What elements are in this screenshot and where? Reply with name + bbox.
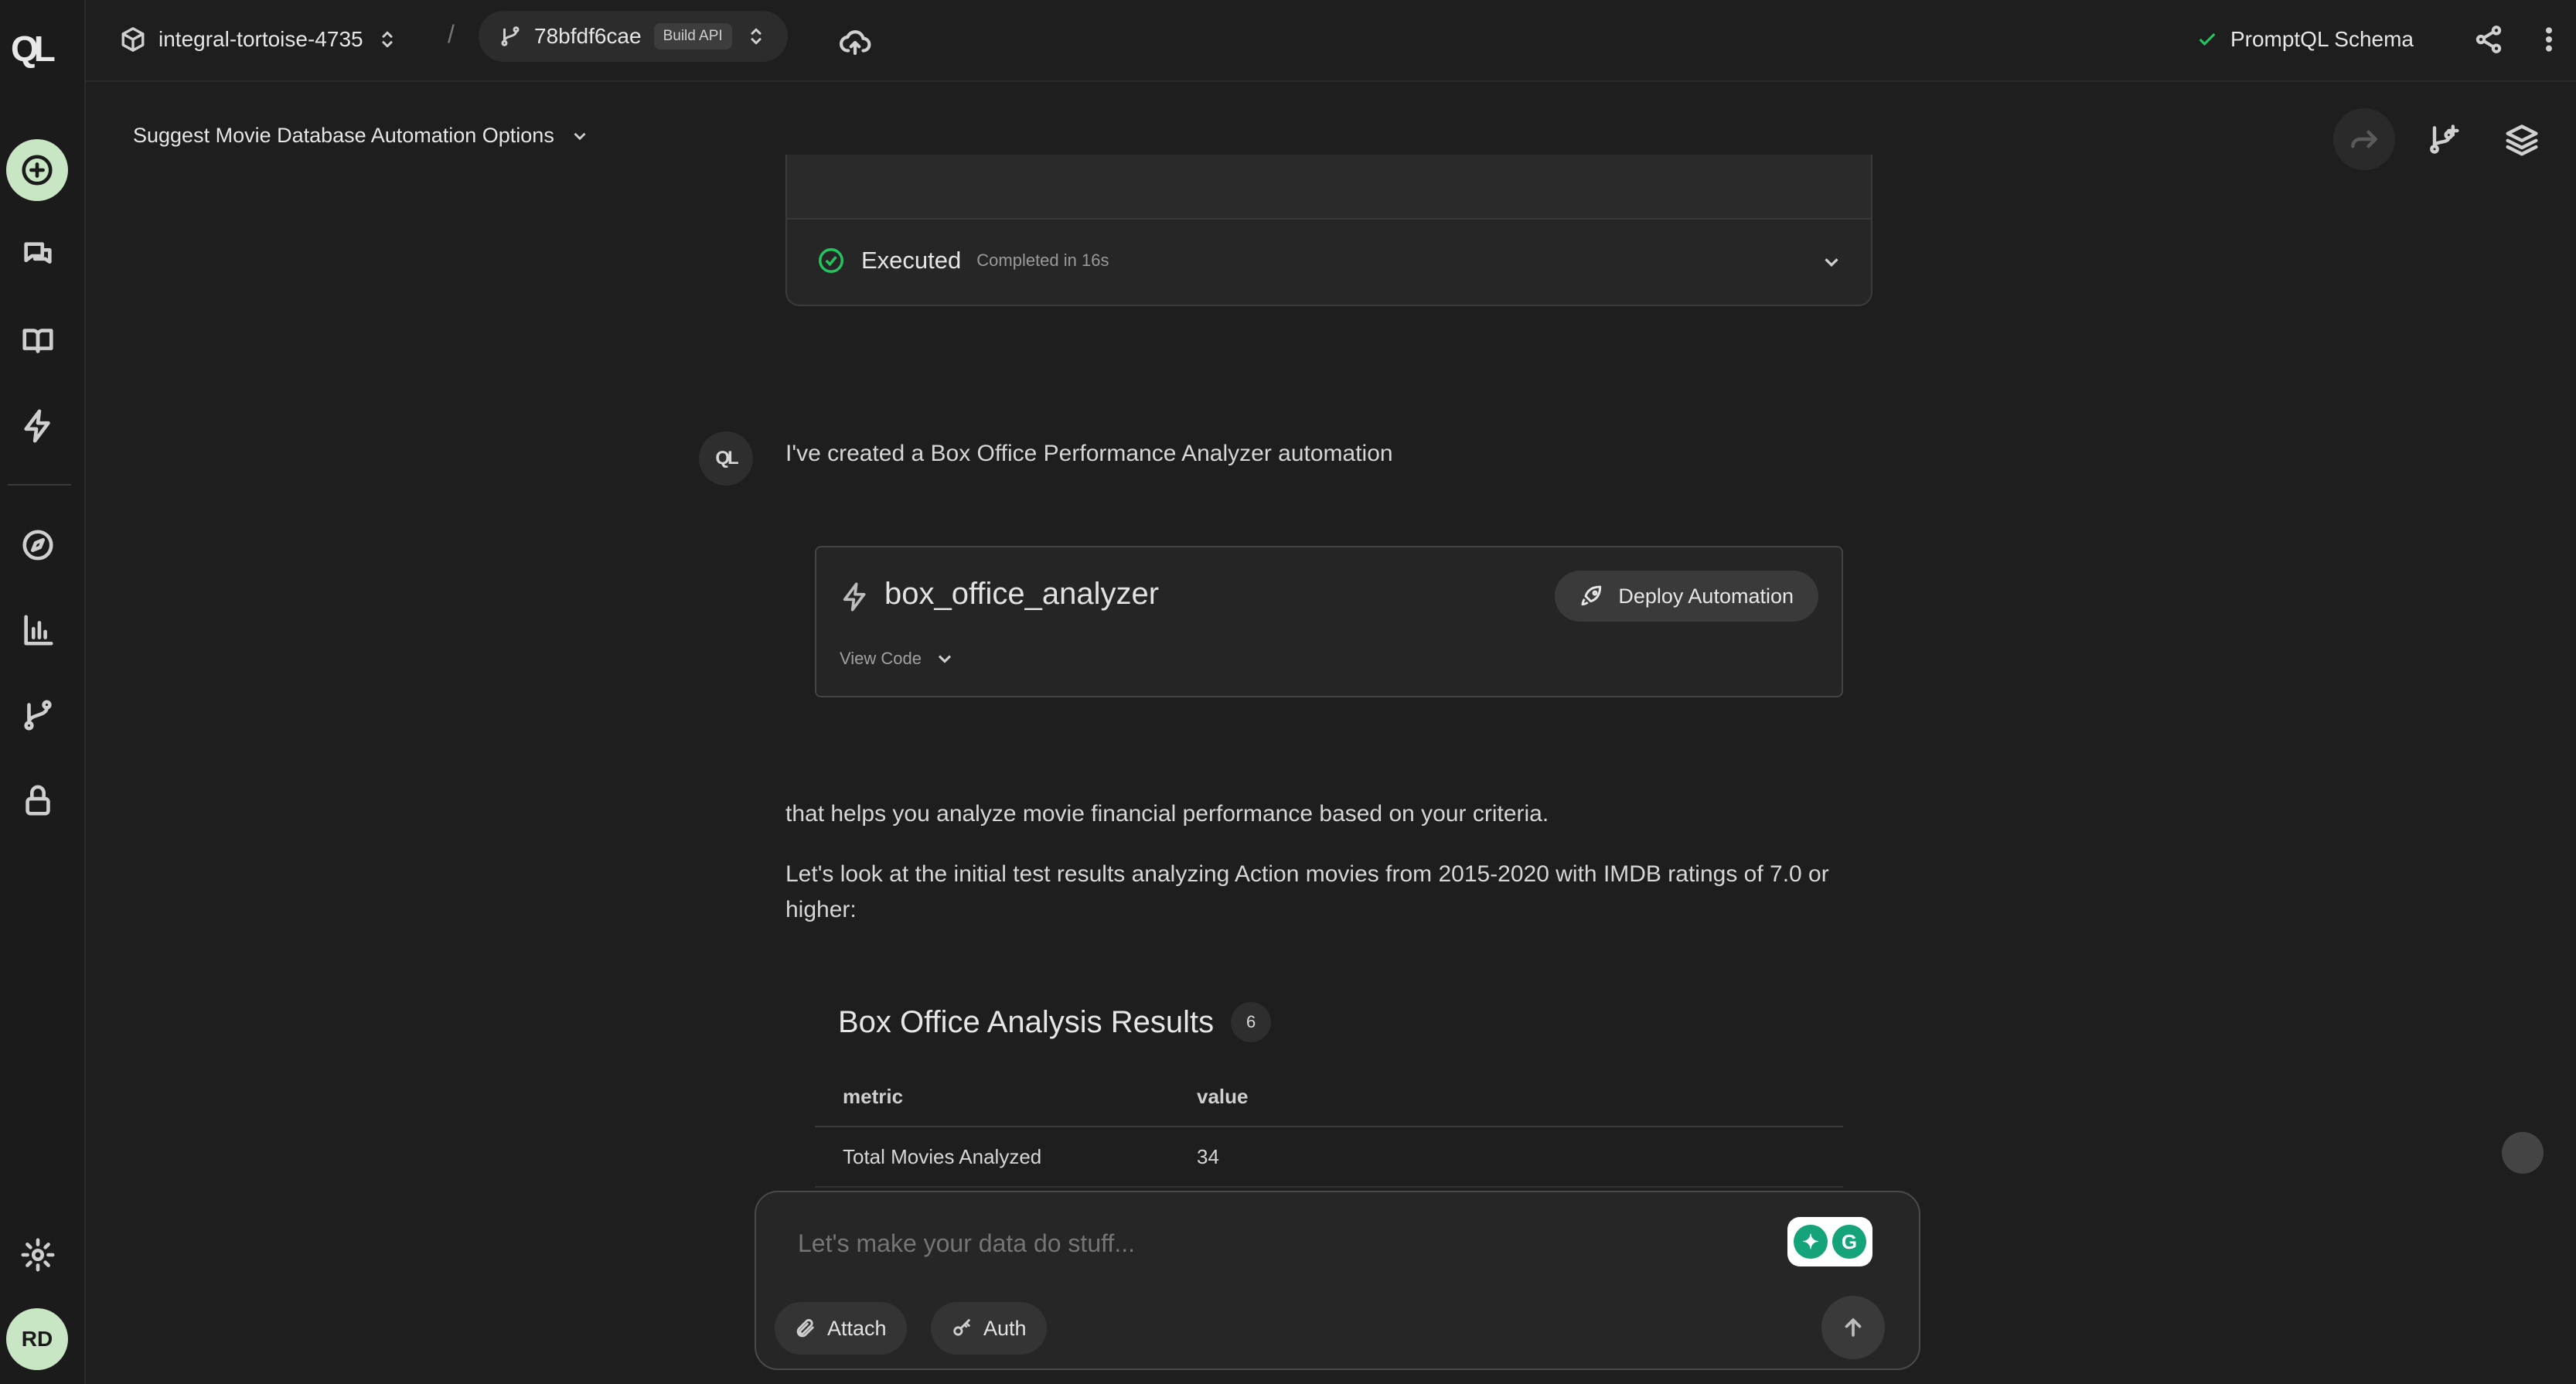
kebab-menu-icon [2546,27,2553,52]
threads-nav-button[interactable] [14,232,62,280]
redirect-arrow-icon [2351,130,2377,148]
paperclip-icon [796,1319,814,1338]
gear-icon [21,1238,55,1272]
chevron-down-icon [938,655,952,663]
forward-button[interactable] [2333,108,2395,170]
layers-button[interactable] [2491,108,2553,170]
attach-button[interactable]: Attach [775,1302,907,1355]
bar-chart-icon [24,615,53,646]
view-code-label: View Code [840,649,922,668]
key-icon [953,1319,970,1336]
chevron-updown-icon [751,28,762,45]
git-branch-plus-icon [2430,124,2459,154]
git-branch-icon [24,700,52,731]
thread-actions [2333,108,2553,170]
top-bar: integral-tortoise-4735 / 78bfdf6cae Buil… [86,0,2576,82]
more-options-button[interactable] [2525,15,2573,63]
wiki-nav-button[interactable] [14,317,62,365]
grammarly-assist-icon: ✦ [1794,1225,1828,1259]
execution-card-body [787,155,1871,220]
compass-icon [22,530,53,561]
results-table-header: Box Office Analysis Results 6 [838,1002,1272,1042]
automation-name: box_office_analyzer [884,577,1160,611]
thread-title: Suggest Movie Database Automation Option… [133,124,554,147]
table-header-row: metric value [815,1067,1843,1127]
deploy-automation-label: Deploy Automation [1618,584,1794,608]
assistant-followup-text: that helps you analyze movie financial p… [785,801,1549,827]
share-icon [2475,26,2502,53]
auth-button[interactable]: Auth [931,1302,1047,1355]
assistant-avatar: QL [699,431,753,486]
upload-button[interactable] [831,19,879,66]
build-badge: Build API [653,23,732,49]
automation-card: box_office_analyzer Deploy Automation Vi… [815,546,1843,697]
attach-label: Attach [827,1316,887,1340]
chevron-down-icon [574,132,586,140]
sidebar: QL RD [0,0,86,1384]
cube-icon [121,27,145,52]
sidebar-divider [8,484,71,486]
user-avatar[interactable]: RD [6,1308,68,1370]
app-logo[interactable]: QL [11,28,74,71]
column-header-metric[interactable]: metric [815,1085,1197,1109]
book-open-icon [22,329,53,353]
prompt-input[interactable] [798,1229,1726,1258]
floating-indicator[interactable] [2502,1132,2544,1174]
column-header-value[interactable]: value [1197,1085,1843,1109]
results-row-count-badge: 6 [1231,1002,1272,1042]
check-icon [2199,32,2216,46]
grammarly-widget[interactable]: ✦ G [1787,1217,1872,1266]
share-button[interactable] [2465,15,2513,63]
execution-status: Executed [861,247,962,274]
topbar-actions: PromptQL Schema [2196,15,2576,63]
security-nav-button[interactable] [14,776,62,824]
view-code-toggle[interactable]: View Code [840,648,956,670]
new-thread-button[interactable] [6,139,68,201]
rocket-icon [1581,585,1602,606]
project-name: integral-tortoise-4735 [158,27,363,51]
assistant-results-intro-text: Let's look at the initial test results a… [785,861,1829,922]
auth-label: Auth [983,1316,1027,1340]
table-cell-metric: Total Movies Analyzed [843,1144,1042,1168]
git-branch-icon [501,26,520,46]
lock-icon [26,785,50,816]
lightning-icon [24,409,50,443]
chevron-updown-icon [382,31,393,48]
build-selector[interactable]: 78bfdf6cae Build API [479,11,788,62]
chevron-down-icon[interactable] [1820,251,1843,274]
analytics-nav-button[interactable] [14,606,62,654]
results-table-title: Box Office Analysis Results [838,1004,1215,1039]
grammarly-icon: G [1832,1225,1866,1259]
table-row: Total Movies Analyzed 34 [815,1127,1843,1188]
assistant-intro-text: I've created a Box Office Performance An… [785,441,1393,466]
build-id: 78bfdf6cae [534,24,642,48]
breadcrumb-separator: / [448,20,455,48]
execution-card: Executed Completed in 16s [785,155,1872,306]
thread-title-dropdown[interactable]: Suggest Movie Database Automation Option… [133,124,590,148]
results-table: metric value Total Movies Analyzed 34 [815,1067,1843,1188]
app-root: QL RD integral-tortoise-4735 / 78bfdf6ca… [0,0,2576,1384]
builds-nav-button[interactable] [14,691,62,739]
execution-detail: Completed in 16s [976,251,1109,270]
deploy-automation-button[interactable]: Deploy Automation [1555,571,1818,622]
lightning-icon [843,582,866,612]
schema-label: PromptQL Schema [2230,27,2414,51]
send-button[interactable] [1821,1296,1885,1359]
table-cell-value: 34 [1197,1144,1219,1168]
project-selector[interactable]: integral-tortoise-4735 [120,15,399,63]
cloud-upload-icon [839,30,871,56]
explore-nav-button[interactable] [14,521,62,569]
schema-status[interactable]: PromptQL Schema [2196,27,2414,52]
execution-status-row[interactable]: Executed Completed in 16s [816,246,1109,275]
chat-bubbles-icon [24,242,52,264]
branch-thread-button[interactable] [2412,108,2474,170]
settings-nav-button[interactable] [14,1231,62,1279]
arrow-up-icon [1845,1318,1862,1337]
automations-nav-button[interactable] [14,402,62,450]
layers-icon [2506,124,2538,156]
composer: ✦ G Attach Auth [755,1191,1920,1370]
check-circle-icon [819,248,843,273]
plus-circle-icon [22,155,53,186]
